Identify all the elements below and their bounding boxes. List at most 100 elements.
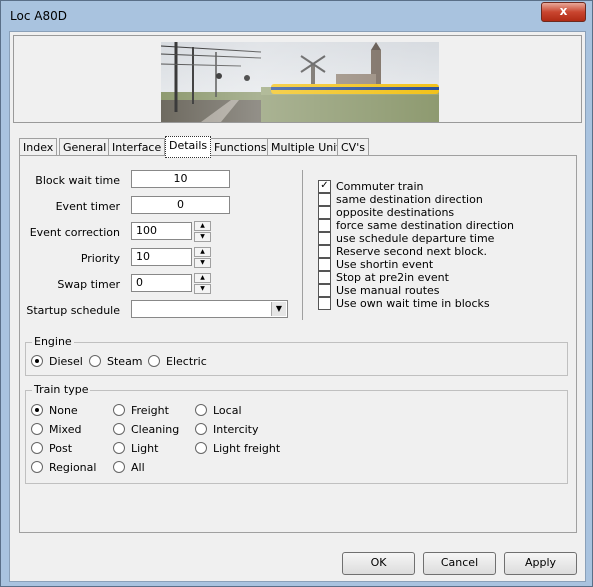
radio-label: Diesel — [49, 355, 83, 368]
option-label: opposite destinations — [336, 206, 455, 219]
tab-details[interactable]: Details — [165, 136, 212, 158]
radio-icon[interactable] — [113, 423, 125, 435]
train-type-all[interactable]: All — [113, 461, 145, 475]
engine-electric[interactable]: Electric — [148, 355, 207, 369]
option-use-shortin-event[interactable]: Use shortin event — [318, 258, 433, 271]
radio-label: None — [49, 404, 78, 417]
option-reserve-second-next-block[interactable]: Reserve second next block. — [318, 245, 487, 258]
option-use-own-wait-time-in-blocks[interactable]: Use own wait time in blocks — [318, 297, 490, 310]
radio-icon[interactable] — [89, 355, 101, 367]
title-bar[interactable]: Loc A80D x — [1, 1, 592, 31]
cancel-button[interactable]: Cancel — [423, 552, 496, 575]
event-correction-stepper[interactable]: ▲ ▼ — [194, 221, 211, 242]
spin-down-icon[interactable]: ▼ — [194, 284, 211, 294]
tab-label: Details — [169, 139, 208, 152]
option-label: use schedule departure time — [336, 232, 495, 245]
train-type-freight[interactable]: Freight — [113, 404, 169, 418]
option-stop-at-pre2in-event[interactable]: Stop at pre2in event — [318, 271, 449, 284]
checkbox-icon[interactable] — [318, 232, 331, 245]
option-label: Commuter train — [336, 180, 424, 193]
block-wait-time-input[interactable]: 10 — [131, 170, 230, 188]
priority-label: Priority — [80, 252, 120, 265]
radio-icon[interactable] — [31, 461, 43, 473]
tab-index[interactable]: Index — [19, 138, 58, 156]
event-timer-input[interactable]: 0 — [131, 196, 230, 214]
checkbox-icon[interactable] — [318, 193, 331, 206]
train-type-intercity[interactable]: Intercity — [195, 423, 259, 437]
checkbox-icon[interactable] — [318, 284, 331, 297]
spin-up-icon[interactable]: ▲ — [194, 221, 211, 231]
radio-icon[interactable] — [195, 423, 207, 435]
apply-button[interactable]: Apply — [504, 552, 577, 575]
checkbox-icon[interactable] — [318, 219, 331, 232]
radio-icon[interactable] — [113, 404, 125, 416]
dialog-window: Loc A80D x Index General Interface Detai… — [0, 0, 593, 587]
option-same-destination-direction[interactable]: same destination direction — [318, 193, 483, 206]
option-commuter-train[interactable]: ✓ Commuter train — [318, 180, 424, 193]
option-use-manual-routes[interactable]: Use manual routes — [318, 284, 440, 297]
option-opposite-destinations[interactable]: opposite destinations — [318, 206, 454, 219]
engine-diesel[interactable]: Diesel — [31, 355, 83, 369]
swap-timer-input[interactable]: 0 — [131, 274, 192, 292]
train-type-mixed[interactable]: Mixed — [31, 423, 81, 437]
train-type-regional[interactable]: Regional — [31, 461, 96, 475]
spin-up-icon[interactable]: ▲ — [194, 247, 211, 257]
radio-selected-icon[interactable] — [31, 404, 43, 416]
checkbox-checked-icon[interactable]: ✓ — [318, 180, 331, 193]
event-correction-input[interactable]: 100 — [131, 222, 192, 240]
spin-up-icon[interactable]: ▲ — [194, 273, 211, 283]
tab-multiple-unit[interactable]: Multiple Unit — [267, 138, 345, 156]
spin-down-icon[interactable]: ▼ — [194, 232, 211, 242]
option-label: Stop at pre2in event — [336, 271, 449, 284]
radio-label: Light freight — [213, 442, 281, 455]
tab-interface[interactable]: Interface — [108, 138, 166, 156]
radio-label: Steam — [107, 355, 143, 368]
checkbox-icon[interactable] — [318, 297, 331, 310]
option-label: force same destination direction — [336, 219, 514, 232]
option-label: Reserve second next block. — [336, 245, 487, 258]
train-type-light-freight[interactable]: Light freight — [195, 442, 280, 456]
checkbox-icon[interactable] — [318, 271, 331, 284]
radio-selected-icon[interactable] — [31, 355, 43, 367]
option-force-same-destination-direction[interactable]: force same destination direction — [318, 219, 514, 232]
startup-schedule-select[interactable]: ▼ — [131, 300, 288, 318]
priority-stepper[interactable]: ▲ ▼ — [194, 247, 211, 268]
block-wait-time-label: Block wait time — [35, 174, 120, 187]
swap-timer-stepper[interactable]: ▲ ▼ — [194, 273, 211, 294]
checkbox-icon[interactable] — [318, 206, 331, 219]
train-type-cleaning[interactable]: Cleaning — [113, 423, 179, 437]
radio-icon[interactable] — [195, 442, 207, 454]
column-divider — [302, 170, 303, 320]
radio-icon[interactable] — [195, 404, 207, 416]
engine-steam[interactable]: Steam — [89, 355, 143, 369]
event-timer-label: Event timer — [55, 200, 120, 213]
startup-schedule-label: Startup schedule — [26, 304, 120, 317]
tab-label: Functions — [214, 141, 267, 154]
option-label: Use own wait time in blocks — [336, 297, 490, 310]
radio-icon[interactable] — [31, 423, 43, 435]
tab-general[interactable]: General — [59, 138, 111, 156]
priority-input[interactable]: 10 — [131, 248, 192, 266]
ok-button[interactable]: OK — [342, 552, 415, 575]
tab-functions[interactable]: Functions — [210, 138, 271, 156]
tab-cvs[interactable]: CV's — [337, 138, 369, 156]
spin-down-icon[interactable]: ▼ — [194, 258, 211, 268]
radio-label: Intercity — [213, 423, 259, 436]
train-type-post[interactable]: Post — [31, 442, 72, 456]
close-button[interactable]: x — [541, 2, 586, 22]
train-type-local[interactable]: Local — [195, 404, 242, 418]
checkbox-icon[interactable] — [318, 245, 331, 258]
radio-icon[interactable] — [31, 442, 43, 454]
window-title: Loc A80D — [10, 9, 67, 23]
train-type-none[interactable]: None — [31, 404, 78, 418]
radio-icon[interactable] — [113, 442, 125, 454]
radio-icon[interactable] — [113, 461, 125, 473]
option-use-schedule-departure-time[interactable]: use schedule departure time — [318, 232, 494, 245]
checkbox-icon[interactable] — [318, 258, 331, 271]
engine-group: Engine Diesel Steam Electric — [25, 335, 568, 376]
radio-icon[interactable] — [148, 355, 160, 367]
train-type-light[interactable]: Light — [113, 442, 158, 456]
radio-label: All — [131, 461, 145, 474]
train-type-group: Train type None Mixed Post Regional Frei… — [25, 383, 568, 484]
chevron-down-icon[interactable]: ▼ — [271, 302, 286, 316]
